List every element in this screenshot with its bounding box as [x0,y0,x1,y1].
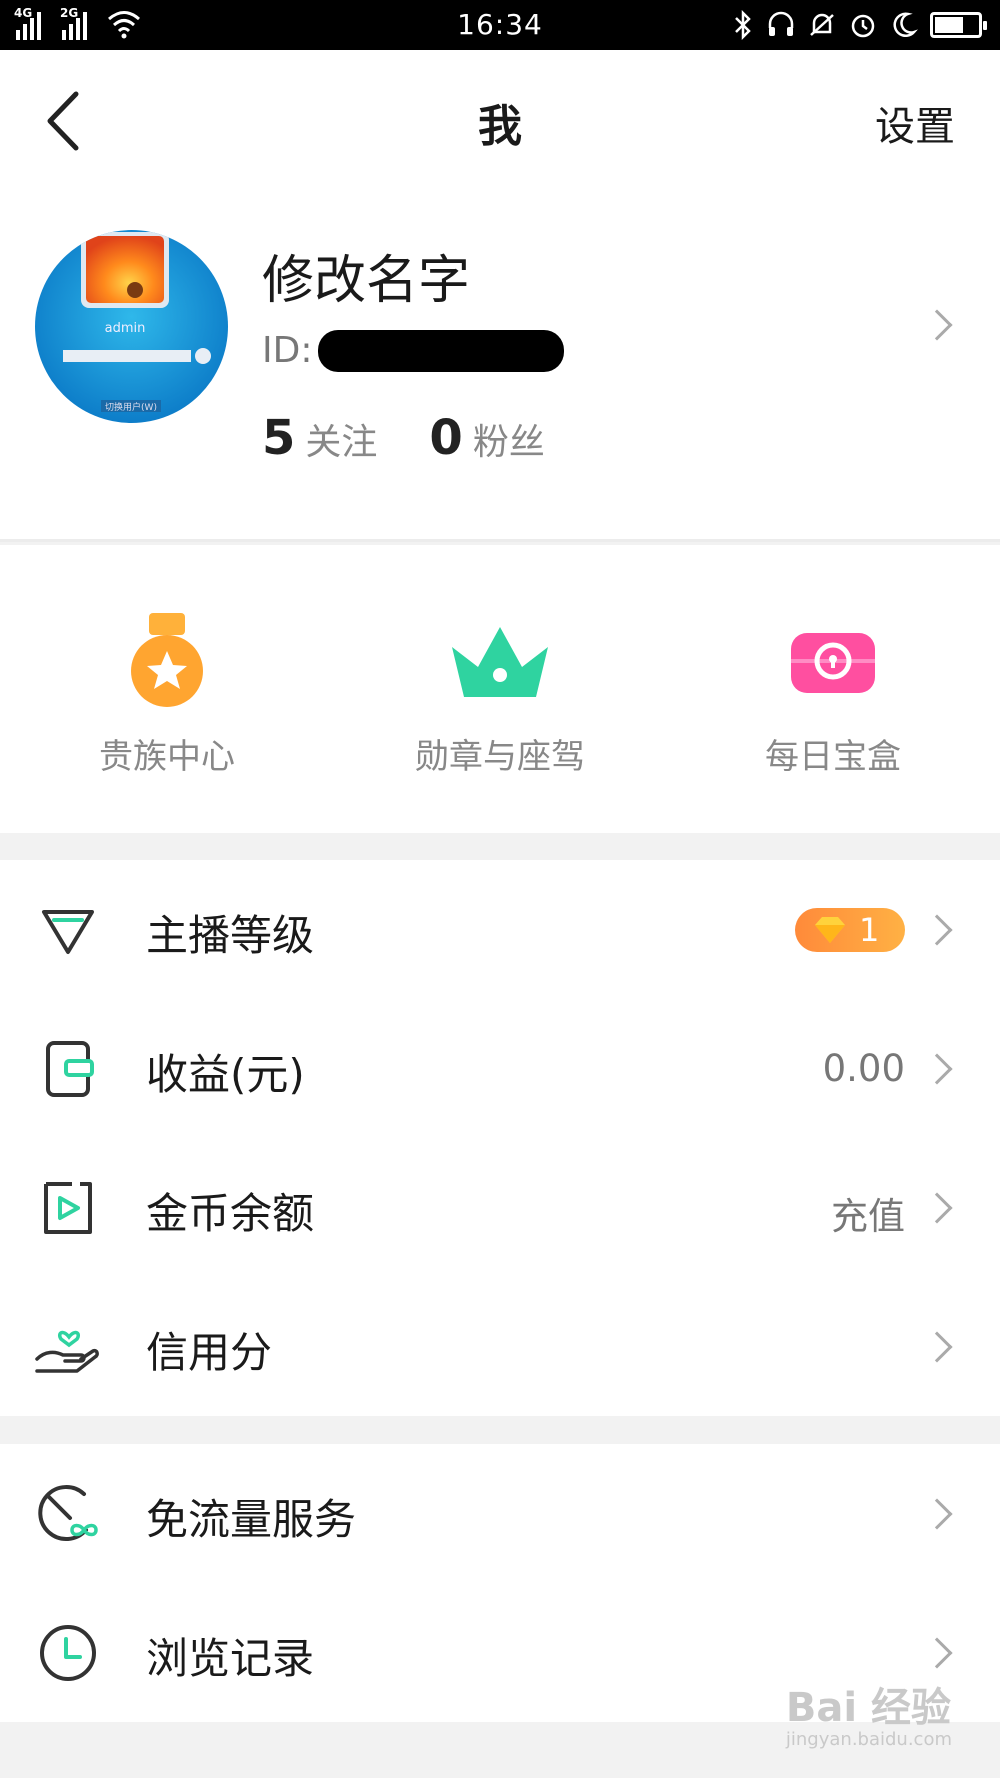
followers-count[interactable]: 0 [429,410,462,466]
menu-item-label: 免流量服务 [146,1495,357,1544]
chevron-right-icon [921,1331,953,1363]
menu-item-streamer-level[interactable]: 主播等级 1 [0,860,1000,999]
battery-icon [930,12,987,38]
following-label[interactable]: 关注 [305,413,377,465]
earnings-value: 0.00 [822,1047,905,1090]
menu-item-label: 金币余额 [146,1189,315,1238]
chevron-right-icon [921,1637,953,1669]
menu-item-label: 主播等级 [146,911,315,960]
page-title: 我 [478,101,522,152]
chevron-right-icon [921,1498,953,1530]
menu-item-label: 浏览记录 [146,1634,315,1683]
bell-muted-icon [810,13,834,36]
quick-action-daily-box[interactable]: 每日宝盒 [703,611,963,778]
quick-action-badges-vehicles[interactable]: 勋章与座驾 [370,611,630,778]
recharge-link[interactable]: 充值 [831,1186,905,1240]
wallet-icon [46,1041,94,1097]
coin-play-icon [44,1182,92,1234]
avatar[interactable]: admin 切换用户(W) [35,230,228,423]
menu-item-label: 收益(元) [146,1050,305,1099]
avatar-switch-text: 切换用户(W) [105,401,157,413]
watermark-brand: Bai 经验 [785,1685,952,1731]
chevron-right-icon [921,309,953,341]
menu-item-credit-score[interactable]: 信用分 [0,1277,1000,1416]
moon-icon [893,12,918,37]
alarm-icon [851,14,875,38]
followers-label[interactable]: 粉丝 [473,413,545,465]
follow-stats: 5 关注 0 粉丝 [262,410,597,466]
bluetooth-icon [735,10,751,40]
treasure-box-icon [791,633,875,693]
profile-card[interactable]: admin 切换用户(W) 修改名字 ID: 5 关注 0 粉丝 [0,190,1000,542]
watermark-url: jingyan.baidu.com [785,1729,952,1750]
top-navigation-bar: 我 设置 [0,50,1000,190]
quick-action-label: 每日宝盒 [765,737,901,777]
menu-item-earnings[interactable]: 收益(元) 0.00 [0,999,1000,1138]
status-bar: 4G 2G 16:34 [0,0,1000,50]
medal-icon [131,613,203,707]
chevron-right-icon [921,1053,953,1085]
watermark: Bai 经验 jingyan.baidu.com [786,1675,952,1750]
clock-icon [40,1625,96,1681]
quick-action-noble-center[interactable]: 贵族中心 [37,611,297,778]
crown-icon [452,627,548,697]
profile-name[interactable]: 修改名字 [262,238,470,313]
chevron-right-icon [921,914,953,946]
avatar-image: admin 切换用户(W) [35,230,228,423]
following-count[interactable]: 5 [262,410,295,466]
settings-button[interactable]: 设置 [875,94,955,152]
heart-hand-icon [35,1330,99,1373]
quick-action-label: 勋章与座驾 [415,737,585,777]
menu-item-free-data-service[interactable]: 免流量服务 [0,1444,1000,1583]
redacted-id [318,330,564,372]
quick-actions: 贵族中心 勋章与座驾 每日宝盒 [0,545,1000,833]
chevron-right-icon [921,1192,953,1224]
avatar-text: admin [105,321,146,336]
user-id-label: ID: [262,330,313,371]
free-data-icon [38,1485,98,1541]
level-badge: 1 [795,908,905,952]
menu-group-account: 主播等级 1 收益(元) 0.00 金币余额 充值 信用分 [0,860,1000,1416]
diamond-icon [42,910,94,954]
menu-item-label: 信用分 [146,1328,273,1377]
headset-icon [768,11,794,36]
gem-icon [815,917,845,943]
quick-action-label: 贵族中心 [99,737,235,777]
menu-item-coin-balance[interactable]: 金币余额 充值 [0,1138,1000,1277]
level-value: 1 [859,911,880,949]
